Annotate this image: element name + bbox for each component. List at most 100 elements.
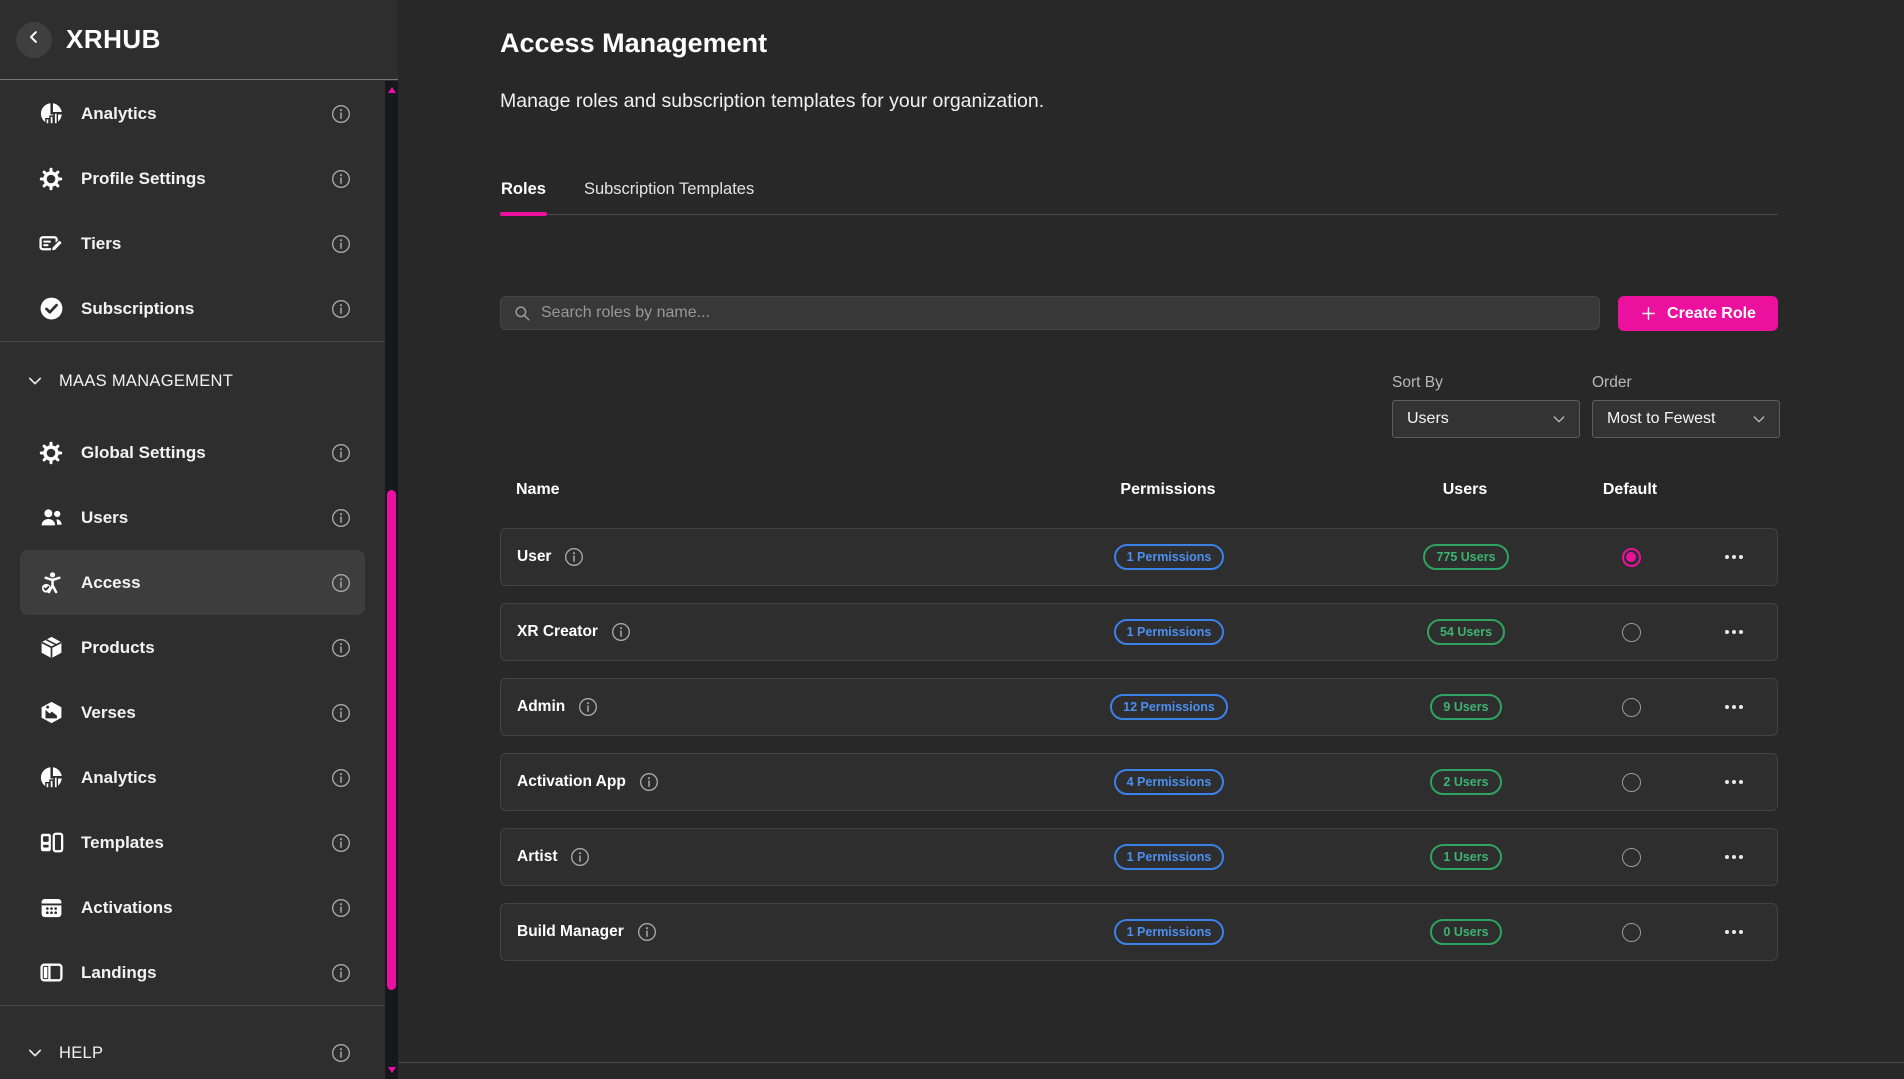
sidebar-item-activations[interactable]: Activations <box>20 875 365 940</box>
column-header-name: Name <box>500 481 560 499</box>
templates-icon <box>38 830 64 856</box>
sidebar-item-users[interactable]: Users <box>20 485 365 550</box>
info-icon[interactable] <box>639 772 659 792</box>
users-badge[interactable]: 1 Users <box>1430 844 1501 870</box>
row-menu-button[interactable] <box>1719 924 1749 940</box>
info-icon[interactable] <box>331 1043 351 1063</box>
gear-icon <box>38 166 64 192</box>
scroll-up-arrow-icon[interactable] <box>388 87 396 93</box>
default-radio[interactable] <box>1622 923 1641 942</box>
info-icon[interactable] <box>331 508 351 528</box>
sort-by-select[interactable]: Users <box>1392 400 1580 438</box>
role-name: Activation App <box>517 773 626 791</box>
access-icon <box>38 570 64 596</box>
sidebar-item-label: Subscriptions <box>81 299 194 319</box>
permissions-badge[interactable]: 1 Permissions <box>1114 844 1225 870</box>
sidebar-item-verses[interactable]: Verses <box>20 680 365 745</box>
info-icon[interactable] <box>331 573 351 593</box>
sidebar-collapse-button[interactable] <box>16 22 52 58</box>
column-header-default: Default <box>1603 481 1657 499</box>
default-radio[interactable] <box>1622 623 1641 642</box>
role-name-cell: Admin <box>501 697 1061 717</box>
row-menu-button[interactable] <box>1719 849 1749 865</box>
sidebar-item-products[interactable]: Products <box>20 615 365 680</box>
sidebar-item-tiers[interactable]: Tiers <box>20 211 365 276</box>
info-icon[interactable] <box>637 922 657 942</box>
sidebar-scrollbar[interactable] <box>385 81 398 1079</box>
info-icon[interactable] <box>331 443 351 463</box>
info-icon[interactable] <box>331 638 351 658</box>
table-row: Admin 12 Permissions 9 Users <box>500 678 1778 736</box>
info-icon[interactable] <box>331 898 351 918</box>
order-value: Most to Fewest <box>1607 410 1715 428</box>
tab-subscription-templates[interactable]: Subscription Templates <box>583 165 755 214</box>
info-icon[interactable] <box>331 169 351 189</box>
box-icon <box>38 635 64 661</box>
row-menu-button[interactable] <box>1719 774 1749 790</box>
sidebar-item-analytics[interactable]: Analytics <box>20 81 365 146</box>
sidebar-section-label: MAAS MANAGEMENT <box>59 372 233 391</box>
sidebar-item-label: Global Settings <box>81 443 206 463</box>
role-name-cell: Activation App <box>501 772 1061 792</box>
sidebar-nav: Analytics Profile SettingsTiers Subscripti… <box>0 81 385 1079</box>
info-icon[interactable] <box>570 847 590 867</box>
users-badge[interactable]: 775 Users <box>1423 544 1508 570</box>
info-icon[interactable] <box>331 299 351 319</box>
info-icon[interactable] <box>611 622 631 642</box>
default-radio[interactable] <box>1622 773 1641 792</box>
scroll-down-arrow-icon[interactable] <box>388 1067 396 1073</box>
permissions-badge[interactable]: 1 Permissions <box>1114 619 1225 645</box>
permissions-badge[interactable]: 4 Permissions <box>1114 769 1225 795</box>
sidebar-item-label: Landings <box>81 963 157 983</box>
info-icon[interactable] <box>564 547 584 567</box>
permissions-badge[interactable]: 1 Permissions <box>1114 544 1225 570</box>
role-name: Artist <box>517 848 557 866</box>
row-menu-button[interactable] <box>1719 699 1749 715</box>
sidebar-item-access[interactable]: Access <box>20 550 365 615</box>
analytics-icon <box>38 765 64 791</box>
tab-roles[interactable]: Roles <box>500 165 547 214</box>
users-badge[interactable]: 2 Users <box>1430 769 1501 795</box>
info-icon[interactable] <box>331 234 351 254</box>
sidebar-item-subscriptions[interactable]: Subscriptions <box>20 276 365 341</box>
role-name-cell: XR Creator <box>501 622 1061 642</box>
info-icon[interactable] <box>578 697 598 717</box>
sidebar-header: XRHUB <box>0 0 398 80</box>
default-radio[interactable] <box>1622 548 1641 567</box>
sidebar-item-landings[interactable]: Landings <box>20 940 365 1005</box>
search-roles-input[interactable] <box>541 304 1587 322</box>
sidebar-item-analytics[interactable]: Analytics <box>20 745 365 810</box>
info-icon[interactable] <box>331 768 351 788</box>
sidebar-scrollbar-thumb[interactable] <box>387 490 396 990</box>
info-icon[interactable] <box>331 104 351 124</box>
users-badge[interactable]: 9 Users <box>1430 694 1501 720</box>
order-label: Order <box>1592 374 1632 392</box>
sidebar-item-global-settings[interactable]: Global Settings <box>20 420 365 485</box>
info-icon[interactable] <box>331 833 351 853</box>
row-menu-button[interactable] <box>1719 549 1749 565</box>
sidebar-item-label: Analytics <box>81 104 157 124</box>
column-header-users: Users <box>1443 481 1487 499</box>
sidebar-section-maas[interactable]: MAAS MANAGEMENT <box>0 342 385 420</box>
default-radio[interactable] <box>1622 698 1641 717</box>
info-icon[interactable] <box>331 703 351 723</box>
order-select[interactable]: Most to Fewest <box>1592 400 1780 438</box>
sidebar-item-profile-settings[interactable]: Profile Settings <box>20 146 365 211</box>
search-roles-input-wrapper <box>500 296 1600 330</box>
default-radio[interactable] <box>1622 848 1641 867</box>
main-content: Access Management Manage roles and subsc… <box>398 0 1904 1079</box>
row-menu-button[interactable] <box>1719 624 1749 640</box>
users-badge[interactable]: 54 Users <box>1427 619 1505 645</box>
tab-bar: Roles Subscription Templates <box>500 165 1778 215</box>
sidebar-section-help[interactable]: HELP <box>0 1006 385 1079</box>
sidebar-item-label: Activations <box>81 898 173 918</box>
gear-icon <box>38 440 64 466</box>
role-name-cell: Artist <box>501 847 1061 867</box>
sidebar-item-templates[interactable]: Templates <box>20 810 365 875</box>
permissions-badge[interactable]: 1 Permissions <box>1114 919 1225 945</box>
table-row: User1 Permissions775 Users <box>500 528 1778 586</box>
info-icon[interactable] <box>331 963 351 983</box>
users-badge[interactable]: 0 Users <box>1430 919 1501 945</box>
create-role-button[interactable]: Create Role <box>1618 296 1778 331</box>
permissions-badge[interactable]: 12 Permissions <box>1110 694 1228 720</box>
